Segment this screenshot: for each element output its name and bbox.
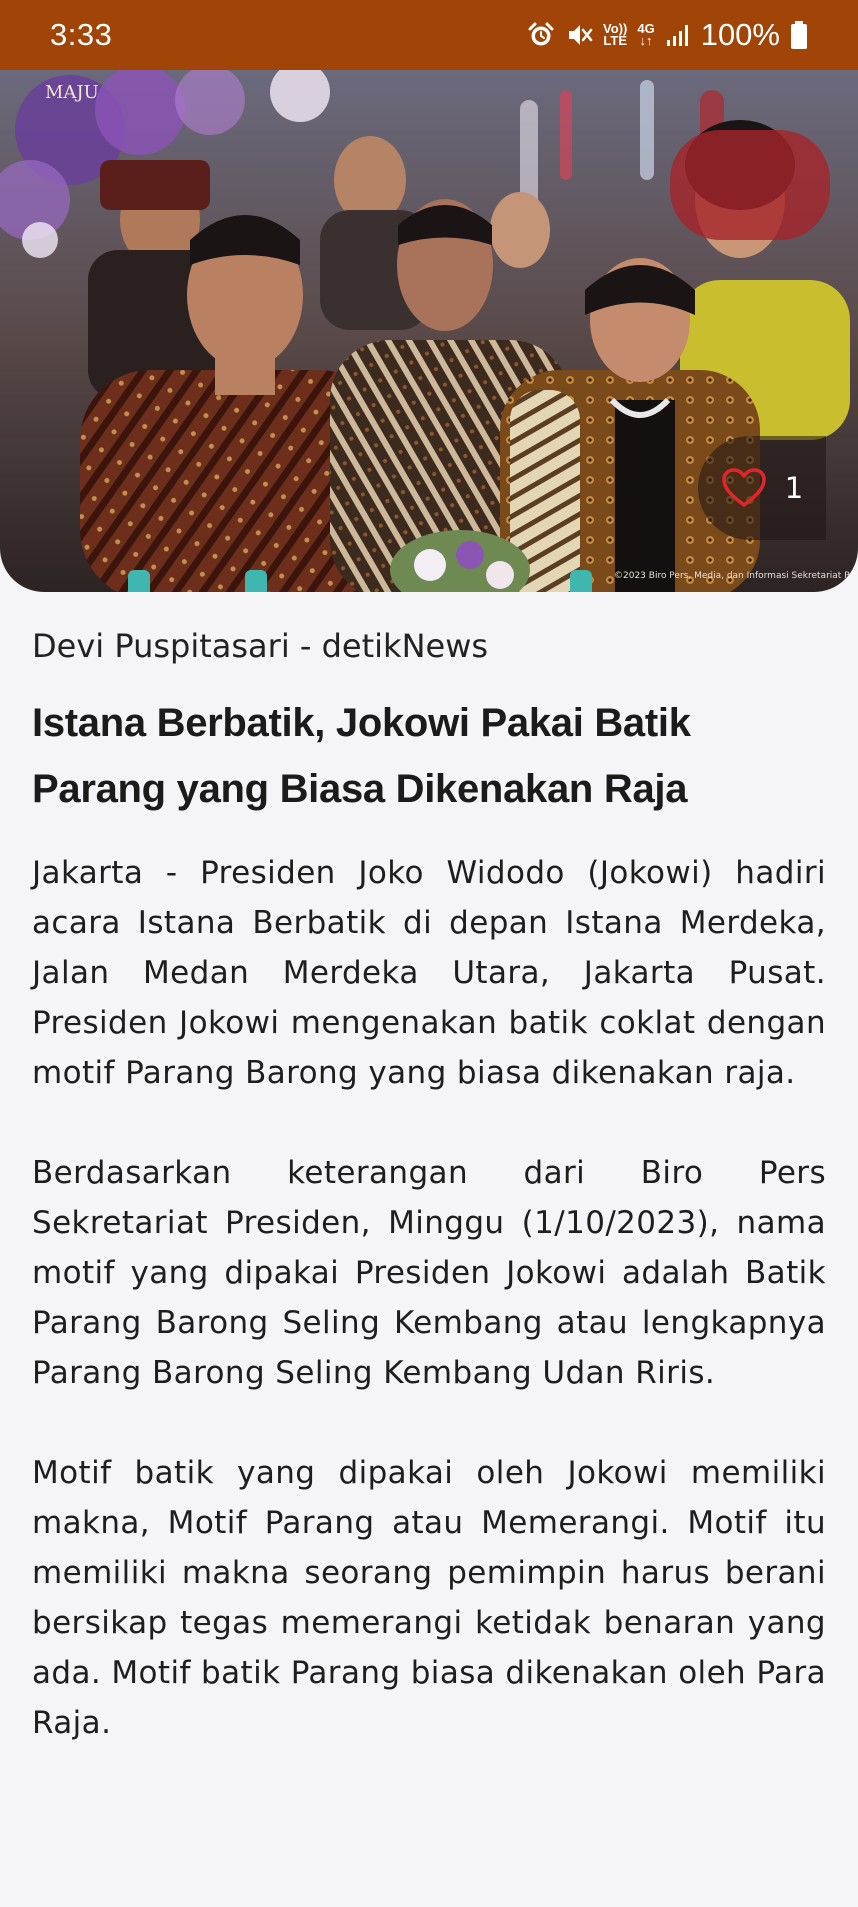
data-arrows-icon: ↓↑ (639, 33, 653, 48)
article-paragraph: Berdasarkan keterangan dari Biro Pers Se… (32, 1155, 826, 1391)
alarm-icon (527, 21, 555, 49)
article-headline: Istana Berbatik, Jokowi Pakai Batik Para… (32, 701, 691, 811)
like-button[interactable]: 1 (698, 436, 826, 540)
4g-icon: 4G ↓↑ (637, 22, 654, 48)
like-count: 1 (784, 471, 804, 505)
status-icons: Vo)) LTE 4G ↓↑ 100% (527, 17, 808, 53)
heart-outline-icon (721, 467, 767, 509)
status-bar: 3:33 Vo)) LTE 4G ↓↑ 100% (0, 0, 858, 70)
volte-icon: Vo)) LTE (603, 22, 627, 48)
hero-watermark-top: MAJU (45, 82, 99, 103)
article-paragraph: Jakarta - Presiden Joko Widodo (Jokowi) … (32, 855, 826, 1091)
mute-icon (565, 21, 593, 49)
article-byline: Devi Puspitasari - detikNews (32, 627, 489, 665)
hero-watermark-bottom: ©2023 Biro Pers, Media, dan Informasi Se… (614, 571, 850, 581)
battery-percent: 100% (700, 17, 780, 52)
article-hero-image[interactable]: MAJU ©2023 Biro Pers, Media, dan Informa… (0, 70, 858, 592)
volte-label-bottom: LTE (603, 33, 627, 48)
signal-icon (665, 22, 691, 48)
article-content: Devi Puspitasari - detikNews Istana Berb… (32, 620, 826, 1798)
battery-icon (790, 20, 808, 50)
article-paragraph: Motif batik yang dipakai oleh Jokowi mem… (32, 1455, 826, 1741)
status-time: 3:33 (50, 17, 113, 52)
